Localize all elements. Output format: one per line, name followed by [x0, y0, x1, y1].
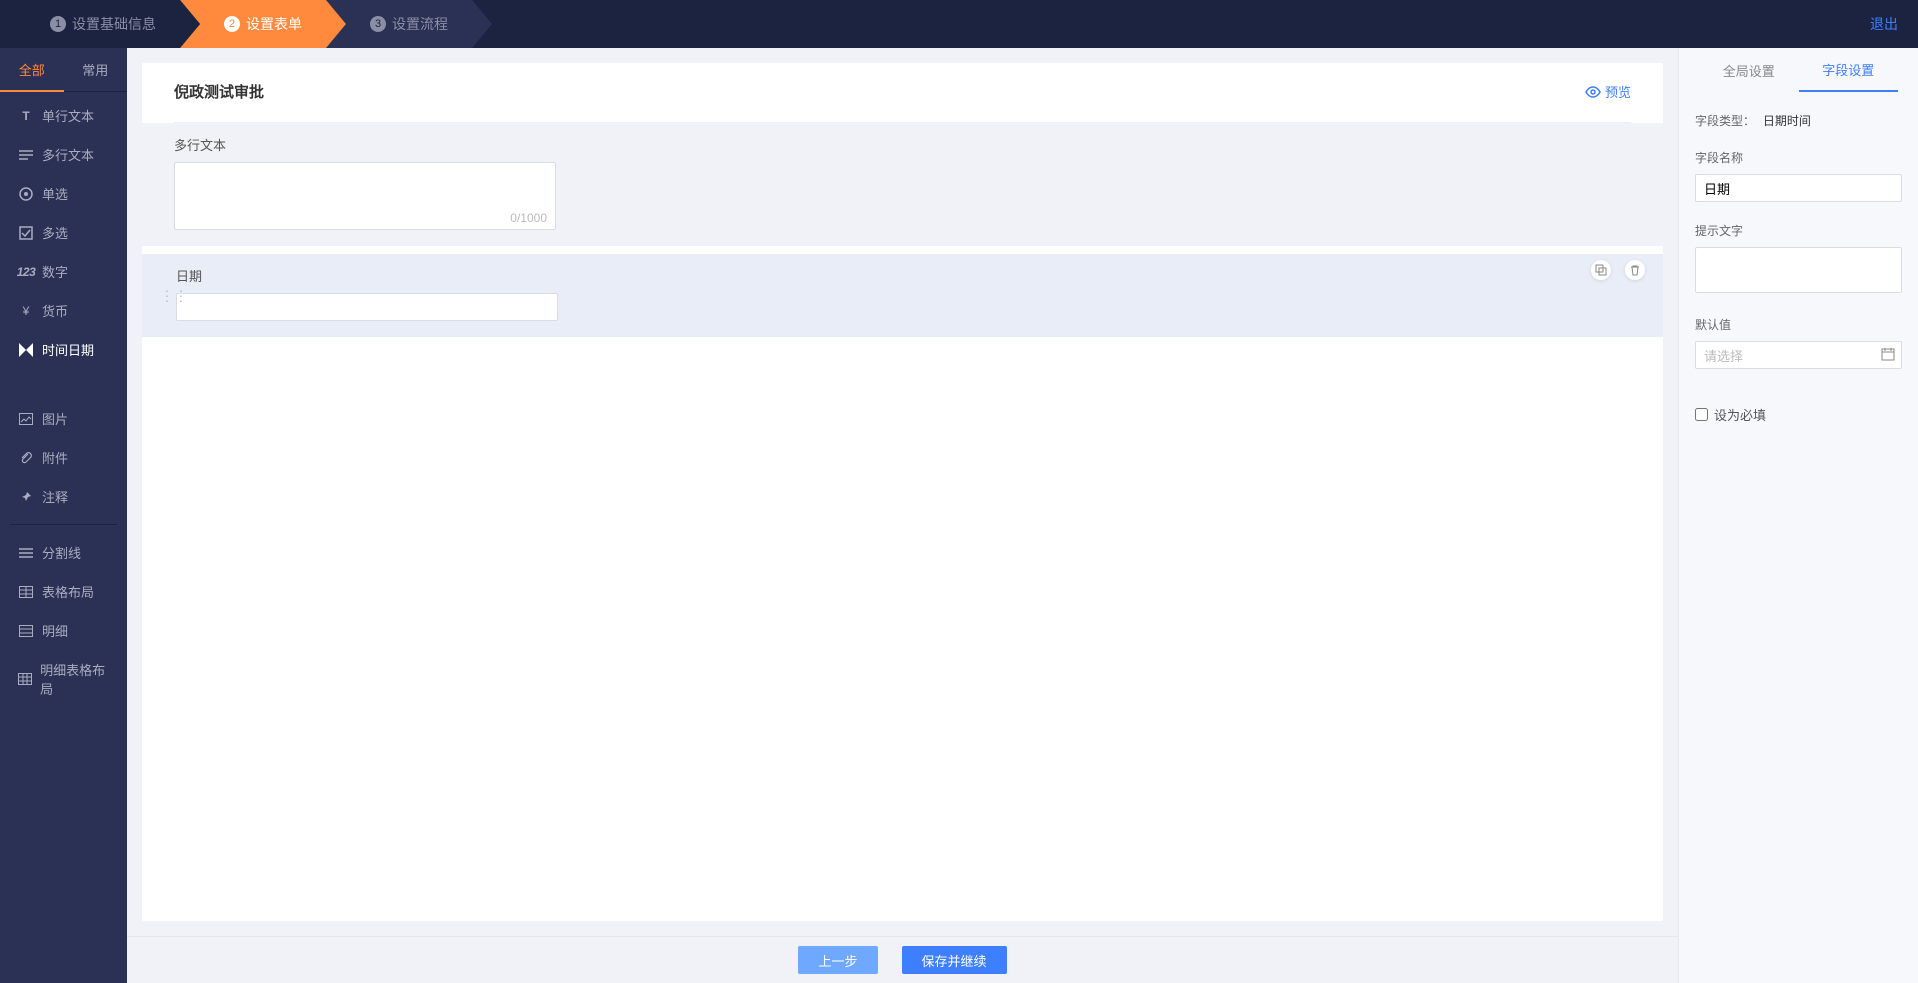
default-label: 默认值: [1695, 316, 1902, 333]
step-basic-info[interactable]: 1 设置基础信息: [0, 0, 200, 48]
drag-handle-icon[interactable]: ⋮⋮: [160, 287, 188, 304]
required-checkbox-row[interactable]: 设为必填: [1695, 405, 1902, 424]
sidebar-item-checkbox[interactable]: 多选: [0, 213, 127, 252]
image-icon: [18, 411, 34, 427]
char-counter: 0/1000: [510, 211, 547, 225]
right-tab-global[interactable]: 全局设置: [1699, 48, 1799, 92]
field-type-label: 字段类型：: [1695, 114, 1755, 128]
sidebar-item-attachment[interactable]: 附件: [0, 438, 127, 477]
detail-icon: [18, 623, 34, 639]
calendar-icon: [1881, 347, 1895, 364]
sidebar-item-label: 表格布局: [42, 582, 94, 601]
sidebar-item-number[interactable]: 123 数字: [0, 252, 127, 291]
right-panel: 全局设置 字段设置 字段类型： 日期时间 字段名称 提示文字 默认值 请选择: [1678, 48, 1918, 983]
number-icon: 123: [18, 264, 34, 280]
text-icon: T: [18, 108, 34, 124]
copy-icon: [1595, 264, 1607, 276]
sidebar-item-table-layout[interactable]: 表格布局: [0, 572, 127, 611]
sidebar-item-label: 注释: [42, 487, 68, 506]
divider-icon: [18, 545, 34, 561]
preview-button[interactable]: 预览: [1585, 82, 1631, 101]
sidebar-item-radio[interactable]: 单选: [0, 174, 127, 213]
field-name-label: 字段名称: [1695, 149, 1902, 166]
sidebar-item-currency[interactable]: ¥ 货币: [0, 291, 127, 330]
sidebar-item-divider-field[interactable]: 分割线: [0, 533, 127, 572]
top-header: 1 设置基础信息 2 设置表单 3 设置流程 退出: [0, 0, 1918, 48]
field-name-input[interactable]: [1695, 174, 1902, 202]
sidebar-item-label: 多行文本: [42, 145, 94, 164]
multi-text-input[interactable]: 0/1000: [174, 162, 556, 230]
radio-icon: [18, 186, 34, 202]
field-multi-text[interactable]: 多行文本 0/1000: [142, 123, 1663, 246]
sidebar-item-label: 时间日期: [42, 340, 94, 359]
form-canvas: 倪政测试审批 预览 多行文本 0/1000 ⋮⋮: [142, 63, 1663, 921]
lines-icon: [18, 147, 34, 163]
step-num-3: 3: [370, 16, 386, 32]
preview-label: 预览: [1605, 82, 1631, 101]
right-tabs: 全局设置 字段设置: [1679, 48, 1918, 92]
default-value-select[interactable]: 请选择: [1695, 341, 1902, 369]
hint-label: 提示文字: [1695, 222, 1902, 239]
field-date[interactable]: ⋮⋮ 日期: [142, 254, 1663, 337]
save-continue-button[interactable]: 保存并继续: [902, 946, 1007, 974]
eye-icon: [1585, 84, 1601, 100]
center-area: 倪政测试审批 预览 多行文本 0/1000 ⋮⋮: [127, 48, 1678, 983]
sidebar-item-label: 图片: [42, 409, 68, 428]
sidebar-item-detail-table[interactable]: 明细表格布局: [0, 650, 127, 708]
step-num-2: 2: [224, 16, 240, 32]
sidebar-item-single-text[interactable]: T 单行文本: [0, 96, 127, 135]
step-label-2: 设置表单: [246, 14, 302, 34]
sidebar-item-detail[interactable]: 明细: [0, 611, 127, 650]
exit-button[interactable]: 退出: [1870, 14, 1898, 34]
sidebar-item-label: 分割线: [42, 543, 81, 562]
sidebar-item-multi-text[interactable]: 多行文本: [0, 135, 127, 174]
form-title: 倪政测试审批: [174, 81, 1585, 102]
sidebar-item-datetime[interactable]: 时间日期: [0, 330, 127, 369]
sidebar-item-image[interactable]: 图片: [0, 399, 127, 438]
date-input[interactable]: [176, 293, 558, 321]
sidebar: 全部 常用 T 单行文本 多行文本 单选: [0, 48, 127, 983]
sidebar-divider: [10, 524, 117, 525]
prev-button[interactable]: 上一步: [798, 946, 877, 974]
copy-field-button[interactable]: [1591, 260, 1611, 280]
field-label-date: 日期: [176, 266, 1631, 285]
sidebar-tab-common[interactable]: 常用: [64, 48, 128, 91]
sidebar-item-label: 多选: [42, 223, 68, 242]
step-form[interactable]: 2 设置表单: [180, 0, 346, 48]
sidebar-item-label: 单行文本: [42, 106, 94, 125]
currency-icon: ¥: [18, 303, 34, 319]
sidebar-item-label: 附件: [42, 448, 68, 467]
datetime-icon: [18, 342, 34, 358]
sidebar-items: T 单行文本 多行文本 单选 多选: [0, 92, 127, 983]
sidebar-item-note[interactable]: 注释: [0, 477, 127, 516]
default-placeholder: 请选择: [1704, 346, 1743, 365]
field-type-value: 日期时间: [1763, 114, 1811, 128]
footer: 上一步 保存并继续: [127, 936, 1678, 983]
sidebar-item-label: 明细: [42, 621, 68, 640]
hint-input[interactable]: [1695, 247, 1902, 293]
sidebar-item-label: 明细表格布局: [40, 660, 109, 698]
sidebar-item-label: 货币: [42, 301, 68, 320]
pin-icon: [18, 489, 34, 505]
required-checkbox[interactable]: [1695, 408, 1708, 421]
step-num-1: 1: [50, 16, 66, 32]
attachment-icon: [18, 450, 34, 466]
table-icon: [18, 584, 34, 600]
field-label-multi-text: 多行文本: [174, 135, 1631, 154]
sidebar-item-label: 数字: [42, 262, 68, 281]
sidebar-tab-all[interactable]: 全部: [0, 48, 64, 92]
step-flow[interactable]: 3 设置流程: [326, 0, 492, 48]
step-label-3: 设置流程: [392, 14, 448, 34]
sidebar-item-label: 单选: [42, 184, 68, 203]
delete-field-button[interactable]: [1625, 260, 1645, 280]
trash-icon: [1629, 264, 1641, 276]
sidebar-tabs: 全部 常用: [0, 48, 127, 92]
steps: 1 设置基础信息 2 设置表单 3 设置流程: [0, 0, 492, 48]
checkbox-icon: [18, 225, 34, 241]
required-label: 设为必填: [1714, 405, 1766, 424]
detail-table-icon: [18, 671, 32, 687]
right-tab-field[interactable]: 字段设置: [1799, 48, 1899, 92]
step-label-1: 设置基础信息: [72, 14, 156, 34]
